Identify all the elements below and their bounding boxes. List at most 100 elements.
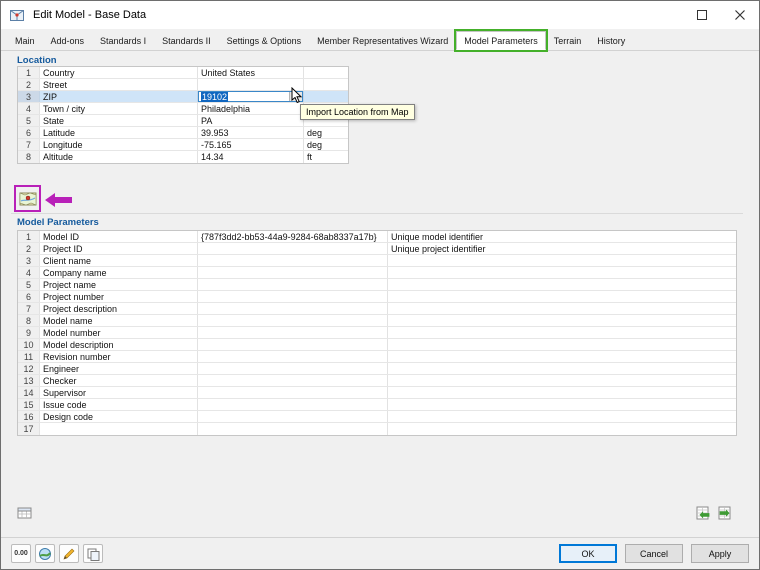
location-row-altitude[interactable]: 8 Altitude 14.34 ft: [18, 151, 348, 163]
row-number[interactable]: 15: [18, 399, 40, 410]
cancel-button[interactable]: Cancel: [625, 544, 683, 563]
zip-combobox[interactable]: 19102: [198, 91, 303, 102]
field-value[interactable]: 39.953: [198, 127, 304, 138]
row-number[interactable]: 1: [18, 231, 40, 242]
row-number[interactable]: 5: [18, 279, 40, 290]
copy-button[interactable]: [83, 544, 103, 563]
row-number[interactable]: 8: [18, 315, 40, 326]
parameter-row-company-name[interactable]: 4 Company name: [18, 267, 736, 279]
field-value[interactable]: [198, 267, 388, 278]
tab-add-ons[interactable]: Add-ons: [43, 31, 93, 50]
tab-member-representatives-wizard[interactable]: Member Representatives Wizard: [309, 31, 456, 50]
row-number[interactable]: 8: [18, 151, 40, 163]
ok-button[interactable]: OK: [559, 544, 617, 563]
field-value[interactable]: [198, 303, 388, 314]
tab-terrain[interactable]: Terrain: [546, 31, 590, 50]
tab-main[interactable]: Main: [7, 31, 43, 50]
row-number[interactable]: 3: [18, 255, 40, 266]
location-row-latitude[interactable]: 6 Latitude 39.953 deg: [18, 127, 348, 139]
field-value[interactable]: [198, 351, 388, 362]
parameter-row-model-id[interactable]: 1 Model ID {787f3dd2-bb53-44a9-9284-68ab83…: [18, 231, 736, 243]
parameter-row-issue-code[interactable]: 15 Issue code: [18, 399, 736, 411]
maximize-button[interactable]: [683, 1, 721, 29]
row-number[interactable]: 3: [18, 91, 40, 102]
row-number[interactable]: 11: [18, 351, 40, 362]
model-parameters-table: 1 Model ID {787f3dd2-bb53-44a9-9284-68ab83…: [17, 230, 737, 436]
parameter-row-supervisor[interactable]: 14 Supervisor: [18, 387, 736, 399]
parameter-row-design-code[interactable]: 16 Design code: [18, 411, 736, 423]
tab-model-parameters[interactable]: Model Parameters: [454, 29, 548, 52]
parameter-row-project-number[interactable]: 6 Project number: [18, 291, 736, 303]
close-button[interactable]: [721, 1, 759, 29]
units-button[interactable]: 0.00: [11, 544, 31, 563]
field-value[interactable]: [198, 387, 388, 398]
field-value[interactable]: United States: [198, 67, 304, 78]
parameter-row-model-description[interactable]: 10 Model description: [18, 339, 736, 351]
field-comment: [388, 399, 736, 410]
field-value[interactable]: -75.165: [198, 139, 304, 150]
row-number[interactable]: 17: [18, 423, 40, 435]
row-number[interactable]: 7: [18, 303, 40, 314]
parameter-row-project-description[interactable]: 7 Project description: [18, 303, 736, 315]
row-number[interactable]: 2: [18, 243, 40, 254]
row-number[interactable]: 14: [18, 387, 40, 398]
row-number[interactable]: 6: [18, 291, 40, 302]
import-location-from-map-button[interactable]: [17, 188, 39, 210]
tab-standards-i[interactable]: Standards I: [92, 31, 154, 50]
field-value[interactable]: [198, 327, 388, 338]
titlebar[interactable]: Edit Model - Base Data: [1, 1, 759, 29]
location-row-state[interactable]: 5 State PA: [18, 115, 348, 127]
field-value[interactable]: [198, 255, 388, 266]
field-value[interactable]: PA: [198, 115, 304, 126]
location-row-longitude[interactable]: 7 Longitude -75.165 deg: [18, 139, 348, 151]
row-number[interactable]: 6: [18, 127, 40, 138]
parameter-row-model-name[interactable]: 8 Model name: [18, 315, 736, 327]
parameter-row-17[interactable]: 17: [18, 423, 736, 435]
field-value[interactable]: 19102: [198, 91, 304, 102]
row-number[interactable]: 9: [18, 327, 40, 338]
export-table-button[interactable]: [693, 503, 713, 523]
settings-button[interactable]: [35, 544, 55, 563]
parameter-row-model-number[interactable]: 9 Model number: [18, 327, 736, 339]
row-number[interactable]: 12: [18, 363, 40, 374]
field-unit: [304, 67, 348, 78]
row-number[interactable]: 4: [18, 103, 40, 114]
field-value[interactable]: [198, 243, 388, 254]
row-number[interactable]: 2: [18, 79, 40, 90]
field-value[interactable]: 14.34: [198, 151, 304, 163]
field-value[interactable]: [198, 423, 388, 435]
row-number[interactable]: 5: [18, 115, 40, 126]
field-value[interactable]: [198, 279, 388, 290]
edit-comment-button[interactable]: [59, 544, 79, 563]
field-value[interactable]: [198, 375, 388, 386]
row-number[interactable]: 1: [18, 67, 40, 78]
field-comment: [388, 327, 736, 338]
parameter-row-project-id[interactable]: 2 Project ID Unique project identifier: [18, 243, 736, 255]
tab-standards-ii[interactable]: Standards II: [154, 31, 219, 50]
row-number[interactable]: 4: [18, 267, 40, 278]
field-value[interactable]: [198, 315, 388, 326]
tab-history[interactable]: History: [589, 31, 633, 50]
edit-table-button[interactable]: [15, 503, 35, 523]
field-value[interactable]: [198, 79, 304, 90]
field-value[interactable]: Philadelphia: [198, 103, 304, 114]
tab-settings-options[interactable]: Settings & Options: [219, 31, 310, 50]
row-number[interactable]: 16: [18, 411, 40, 422]
location-row-country[interactable]: 1 Country United States: [18, 67, 348, 79]
field-value[interactable]: [198, 411, 388, 422]
field-value[interactable]: [198, 363, 388, 374]
row-number[interactable]: 7: [18, 139, 40, 150]
import-table-button[interactable]: [715, 503, 735, 523]
field-value[interactable]: {787f3dd2-bb53-44a9-9284-68ab8337a17b}: [198, 231, 388, 242]
apply-button[interactable]: Apply: [691, 544, 749, 563]
row-number[interactable]: 13: [18, 375, 40, 386]
parameter-row-revision-number[interactable]: 11 Revision number: [18, 351, 736, 363]
parameter-row-project-name[interactable]: 5 Project name: [18, 279, 736, 291]
parameter-row-engineer[interactable]: 12 Engineer: [18, 363, 736, 375]
field-value[interactable]: [198, 339, 388, 350]
parameter-row-checker[interactable]: 13 Checker: [18, 375, 736, 387]
field-value[interactable]: [198, 399, 388, 410]
parameter-row-client-name[interactable]: 3 Client name: [18, 255, 736, 267]
field-value[interactable]: [198, 291, 388, 302]
row-number[interactable]: 10: [18, 339, 40, 350]
